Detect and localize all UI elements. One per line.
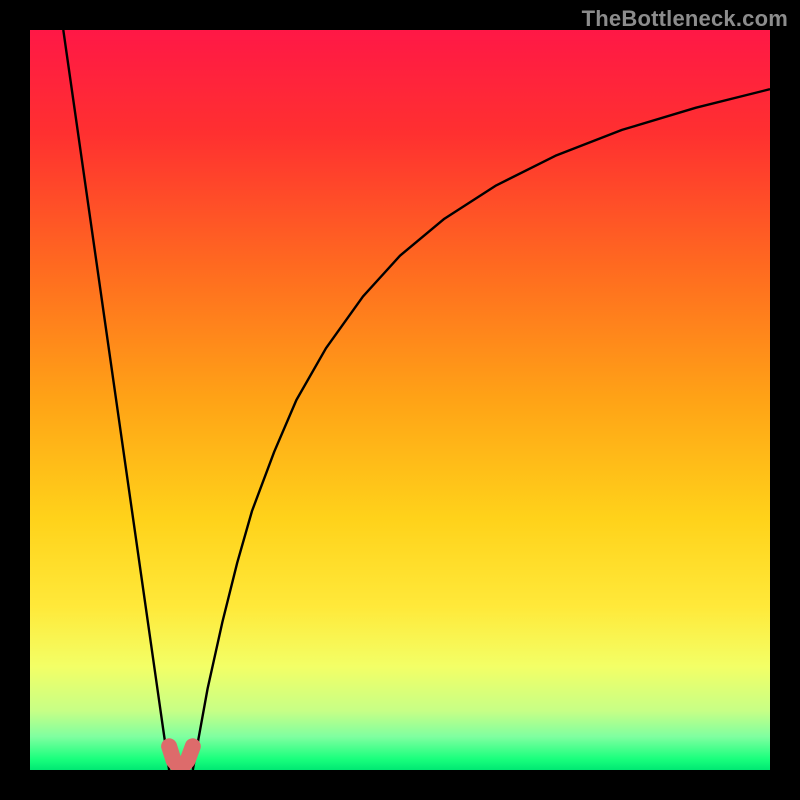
chart-svg <box>30 30 770 770</box>
plot-area <box>30 30 770 770</box>
watermark-text: TheBottleneck.com <box>582 6 788 32</box>
chart-frame: TheBottleneck.com <box>0 0 800 800</box>
gradient-background <box>30 30 770 770</box>
